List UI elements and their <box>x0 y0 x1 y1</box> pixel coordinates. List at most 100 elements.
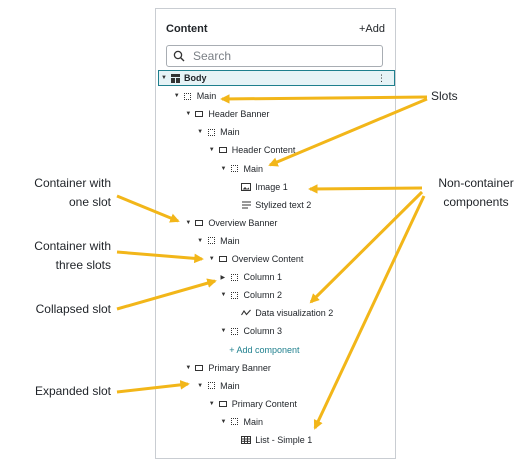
collapse-caret-icon[interactable]: ▼ <box>174 93 182 99</box>
tree-row-label: Main <box>243 416 264 427</box>
collapse-caret-icon[interactable]: ▼ <box>209 256 217 262</box>
tree-row-label: Main <box>243 163 264 174</box>
annotation-three-slots-line1: Container with <box>34 239 111 253</box>
tree-row-label: Main <box>220 380 240 391</box>
search-box[interactable] <box>166 45 383 67</box>
tree-row-label: Image 1 <box>255 181 288 192</box>
search-input[interactable] <box>191 48 365 64</box>
slot-icon <box>206 236 216 246</box>
annotation-collapsed-text: Collapsed slot <box>35 302 111 316</box>
container-icon <box>218 145 228 155</box>
text-icon <box>241 200 251 210</box>
tree-row[interactable]: ▼ Overview Banner <box>185 215 277 231</box>
collapse-caret-icon[interactable]: ▼ <box>185 220 193 226</box>
tree-row[interactable]: ▼ Primary Content <box>209 396 297 412</box>
slot-icon <box>230 290 240 300</box>
tree-row-label: Overview Content <box>231 254 304 264</box>
tree-row-label: Overview Banner <box>208 217 278 228</box>
collapse-caret-icon[interactable]: ▼ <box>221 328 229 334</box>
tree-row[interactable]: ▼ Header Banner <box>185 106 269 122</box>
slot-icon <box>206 381 216 391</box>
annotation-non-container: Non-container components <box>426 174 526 212</box>
annotation-non-container-line2: components <box>443 195 509 209</box>
tree-row[interactable]: ▼ Body ⋮ <box>158 70 395 86</box>
annotation-non-container-line1: Non-container <box>438 176 514 190</box>
table-icon <box>241 435 252 445</box>
tree-row[interactable]: Stylized text 2 <box>232 197 311 213</box>
tree-row[interactable]: Image 1 <box>232 179 288 195</box>
add-component-link[interactable]: + Add component <box>229 345 299 355</box>
chart-icon <box>241 308 252 318</box>
slot-icon <box>183 91 193 101</box>
tree-row[interactable]: Data visualization 2 <box>232 305 333 321</box>
container-icon <box>218 399 228 409</box>
annotation-expanded-text: Expanded slot <box>34 384 111 398</box>
container-icon <box>218 254 228 264</box>
tree-row[interactable]: + Add component <box>229 342 299 358</box>
annotation-three-slots: Container with three slots <box>0 237 111 275</box>
tree-row-label: Header Banner <box>208 109 270 120</box>
slot-icon <box>230 417 240 427</box>
layout-icon <box>170 73 180 83</box>
slot-icon <box>230 326 240 336</box>
annotation-slots: Slots <box>431 87 458 106</box>
slot-icon <box>230 272 240 282</box>
tree-row-label: Main <box>220 235 240 246</box>
collapse-caret-icon[interactable]: ▼ <box>221 166 229 172</box>
collapse-caret-icon[interactable]: ▼ <box>197 383 205 389</box>
tree-row-label: Header Content <box>231 145 296 156</box>
collapse-caret-icon[interactable]: ▼ <box>197 238 205 244</box>
tree-row-label: Primary Content <box>231 398 297 409</box>
collapse-caret-icon[interactable]: ▼ <box>197 129 205 135</box>
tree-row[interactable]: ▼ Main <box>221 161 264 177</box>
collapse-caret-icon[interactable]: ▼ <box>209 147 217 153</box>
more-options-icon[interactable]: ⋮ <box>377 73 386 84</box>
container-icon <box>194 363 204 373</box>
tree-row[interactable]: ▶ Column 1 <box>221 269 283 285</box>
collapse-caret-icon[interactable]: ▼ <box>209 401 217 407</box>
tree-row-label: Column 1 <box>243 272 283 283</box>
tree-row-label: Main <box>196 91 217 102</box>
collapse-caret-icon[interactable]: ▼ <box>221 419 229 425</box>
slot-icon <box>206 127 216 137</box>
annotation-one-slot-line1: Container with <box>34 176 111 190</box>
slot-icon <box>230 164 240 174</box>
panel-title: Content <box>166 23 208 35</box>
container-icon <box>194 218 204 228</box>
tree-row[interactable]: ▼ Main <box>197 124 240 140</box>
tree-row-label: Primary Banner <box>208 362 271 373</box>
annotation-three-slots-line2: three slots <box>55 258 111 272</box>
tree-row[interactable]: ▼ Main <box>197 233 240 249</box>
annotation-slots-text: Slots <box>431 89 458 103</box>
tree-row[interactable]: List - Simple 1 <box>232 432 312 448</box>
tree-row-label: Stylized text 2 <box>255 199 312 210</box>
tree-row[interactable]: ▼ Column 3 <box>221 323 283 339</box>
tree-row-label: Data visualization 2 <box>255 308 334 319</box>
search-icon <box>173 50 185 62</box>
annotation-expanded: Expanded slot <box>0 382 111 401</box>
annotation-one-slot-line2: one slot <box>68 195 111 209</box>
tree-row[interactable]: ▼ Main <box>174 88 217 104</box>
tree-row-label: Main <box>220 127 240 138</box>
expand-caret-icon[interactable]: ▶ <box>221 274 229 281</box>
tree-row[interactable]: ▼ Column 2 <box>221 287 283 303</box>
tree-row-label: List - Simple 1 <box>255 435 313 445</box>
collapse-caret-icon[interactable]: ▼ <box>185 111 193 117</box>
tree-row-label: Column 3 <box>243 326 283 337</box>
container-icon <box>194 109 204 119</box>
tree-row[interactable]: ▼ Main <box>197 378 240 394</box>
collapse-caret-icon[interactable]: ▼ <box>161 75 169 81</box>
tree-row[interactable]: ▼ Overview Content <box>209 251 304 267</box>
image-icon <box>241 182 252 192</box>
panel-header: Content +Add <box>166 21 385 37</box>
tree-row-label: Body <box>184 73 207 83</box>
add-button[interactable]: +Add <box>359 23 385 35</box>
tree-row[interactable]: ▼ Header Content <box>209 142 296 158</box>
tree-row-label: Column 2 <box>243 290 283 301</box>
tree-row[interactable]: ▼ Primary Banner <box>185 360 271 376</box>
tree-row[interactable]: ▼ Main <box>221 414 264 430</box>
annotation-collapsed: Collapsed slot <box>0 300 111 319</box>
collapse-caret-icon[interactable]: ▼ <box>185 365 193 371</box>
annotation-one-slot: Container with one slot <box>0 174 111 212</box>
collapse-caret-icon[interactable]: ▼ <box>221 292 229 298</box>
